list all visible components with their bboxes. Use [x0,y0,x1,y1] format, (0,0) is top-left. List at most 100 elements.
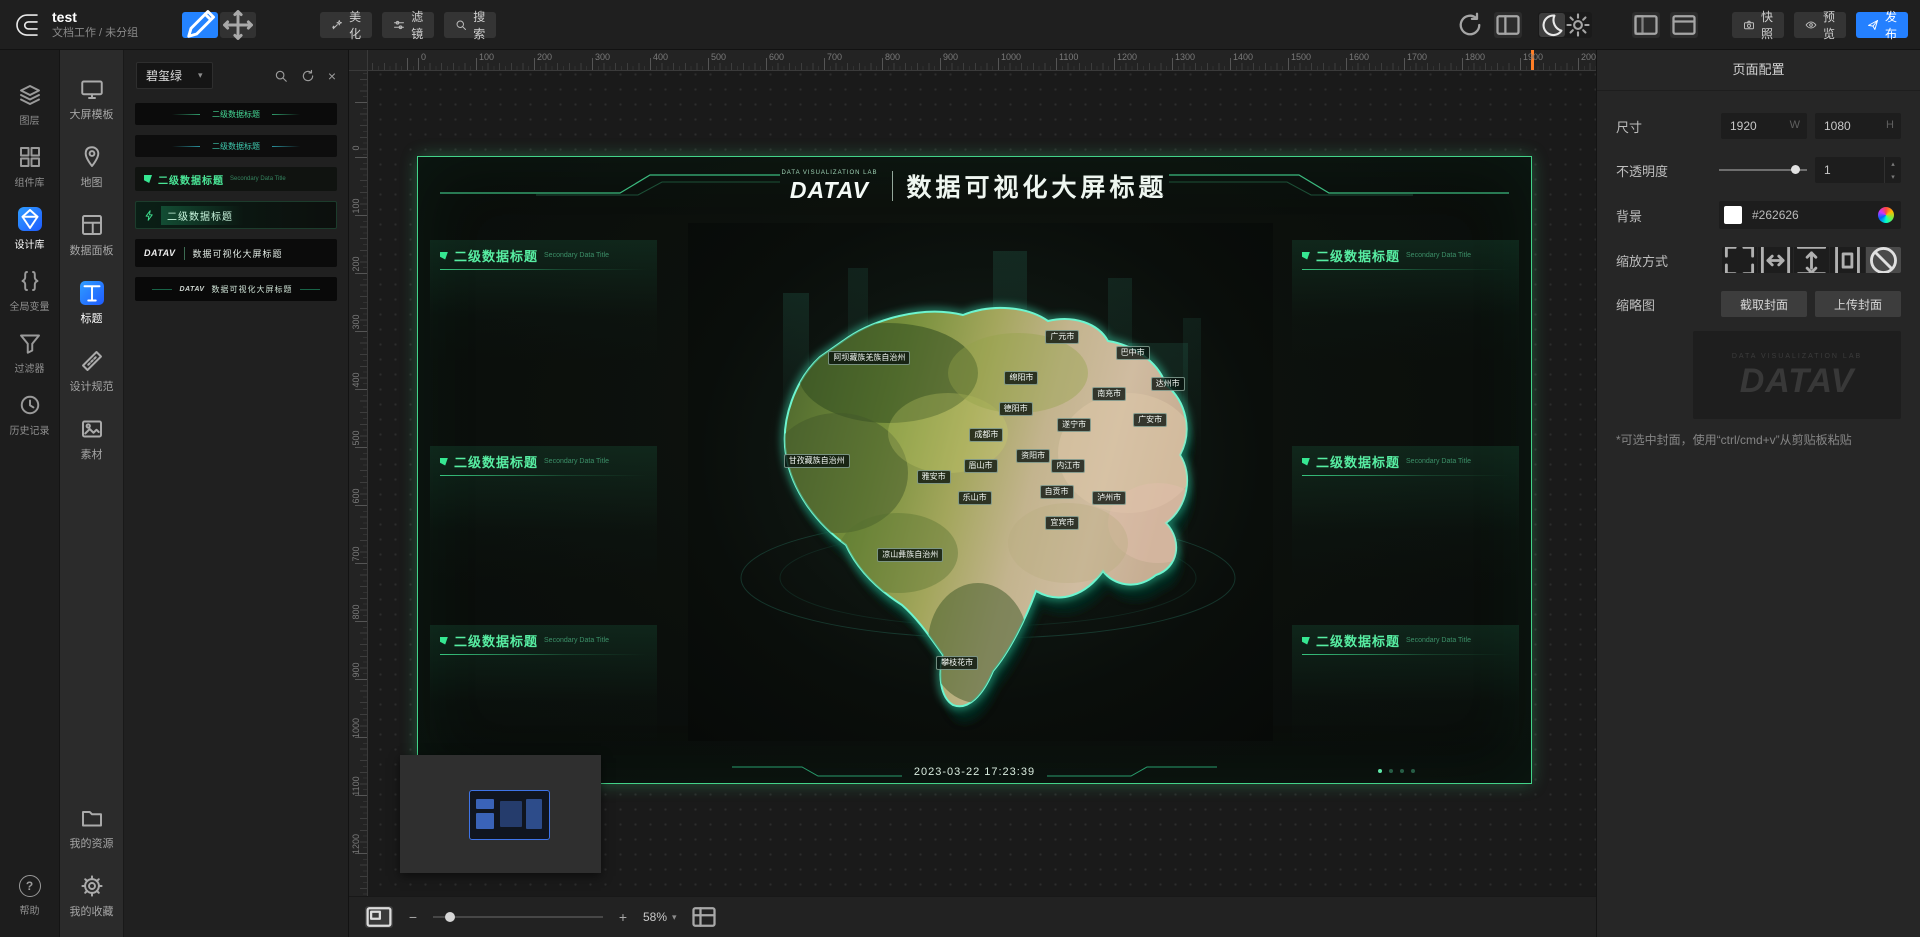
vertical-ruler[interactable]: 0100200300400500600700800900100011001200 [349,70,368,937]
scale-fit-height-button[interactable] [1794,247,1829,273]
braces-icon [18,269,42,293]
breadcrumb[interactable]: 文档工作 / 未分组 [52,26,138,40]
zoom-slider-handle[interactable] [445,912,455,922]
screen-header[interactable]: DATA VISUALIZATION LAB DATAV 数据可视化大屏标题 [418,157,1531,215]
header-divider [892,171,893,201]
theme-dark-button[interactable] [1539,13,1565,37]
data-panel-right-2[interactable]: 二级数据标题Secondary Data Title [1292,446,1519,584]
library-item-title-1[interactable]: 二级数据标题 [135,103,337,125]
data-panel-right-1[interactable]: 二级数据标题Secondary Data Title [1292,240,1519,362]
category-title[interactable]: 标题 [62,272,122,334]
scale-none-icon [1866,247,1901,273]
artboard[interactable]: DATA VISUALIZATION LAB DATAV 数据可视化大屏标题 二… [418,157,1531,783]
category-map[interactable]: 地图 [62,136,122,198]
data-panel-left-3[interactable]: 二级数据标题Secondary Data Title [430,625,657,748]
refresh-icon[interactable] [301,69,315,83]
sidebar-item-history[interactable]: 历史记录 [2,386,58,444]
publish-button[interactable]: 发布 [1856,12,1908,38]
scale-fit-center-button[interactable] [1830,247,1865,273]
layout-columns-button[interactable] [1494,12,1522,38]
ruler-tick-label: 1000 [1001,52,1021,62]
zoom-in-button[interactable]: + [616,909,630,925]
page-config-panel: 页面配置 尺寸 W H 不透明度 [1596,50,1920,937]
canvas-viewport[interactable]: DATA VISUALIZATION LAB DATAV 数据可视化大屏标题 二… [367,70,1596,937]
fit-screen-button[interactable] [690,906,718,928]
stepper-up-icon[interactable]: ▴ [1885,157,1901,170]
project-title[interactable]: test [52,9,138,26]
library-item-title-3[interactable]: 二级数据标题 Secondary Data Title [135,167,337,191]
zoom-slider[interactable] [433,910,603,924]
snapshot-button[interactable]: 快照 [1732,12,1784,38]
refresh-button[interactable] [1456,12,1484,38]
close-icon[interactable]: × [328,69,336,83]
search-icon[interactable] [274,69,288,83]
background-row: 背景 [1616,201,1901,229]
sidebar-item-help[interactable]: ? 帮助 [2,867,58,925]
sidebar-item-label: 历史记录 [10,422,50,437]
data-panel-left-2[interactable]: 二级数据标题Secondary Data Title [430,446,657,584]
snapshot-label: 快照 [1761,8,1773,42]
scale-none-button[interactable] [1866,247,1901,273]
opacity-slider[interactable] [1719,163,1807,177]
stepper-down-icon[interactable]: ▾ [1885,170,1901,183]
category-my-favorites[interactable]: 我的收藏 [62,865,122,927]
screen-adapt-button[interactable] [1670,12,1698,38]
color-wheel-icon[interactable] [1878,207,1894,223]
library-item-title-6[interactable]: DATAV 数据可视化大屏标题 [135,277,337,301]
zoom-level-value: 58% [643,910,667,924]
minimap-toggle-button[interactable] [365,906,393,928]
library-item-title-2[interactable]: 二级数据标题 [135,135,337,157]
scale-fit-width-button[interactable] [1758,247,1793,273]
sidebar-item-global-variables[interactable]: 全局变量 [2,262,58,320]
search-button[interactable]: 搜索 [444,12,496,38]
library-item-title-4[interactable]: 二级数据标题 [135,201,337,229]
zoom-out-button[interactable]: − [406,909,420,925]
panel-toggle-button[interactable] [1632,12,1660,38]
upload-cover-button[interactable]: 上传封面 [1815,291,1901,317]
category-design-spec[interactable]: 设计规范 [62,340,122,402]
moon-icon [1539,12,1565,38]
preview-button[interactable]: 预览 [1794,12,1846,38]
thumbnail-row: 缩略图 截取封面 上传封面 [1616,291,1901,317]
color-swatch[interactable] [1724,206,1742,224]
pagination-dots[interactable] [1378,769,1415,773]
data-panel-right-3[interactable]: 二级数据标题Secondary Data Title [1292,625,1519,748]
theme-select[interactable]: 碧玺绿 ▾ [136,62,213,89]
theme-light-button[interactable] [1565,13,1591,37]
zoom-level-select[interactable]: 58% ▾ [643,910,677,924]
ruler-tick-label: 1900 [1523,52,1543,62]
pen-tool-button[interactable] [182,12,218,38]
sidebar-item-components[interactable]: 组件库 [2,138,58,196]
move-tool-button[interactable] [220,12,256,38]
scale-fullscreen-button[interactable] [1722,247,1757,273]
cover-preview[interactable]: DATA VISUALIZATION LAB DATAV [1693,331,1901,419]
sun-icon [1565,12,1591,38]
minimap[interactable] [400,755,601,873]
background-color-field[interactable] [1750,207,1878,223]
sidebar-item-layers[interactable]: 图层 [2,76,58,134]
library-item-title-5[interactable]: DATAV 数据可视化大屏标题 [135,239,337,267]
datav-logo-subtitle: DATA VISUALIZATION LAB [781,170,877,176]
beautify-button[interactable]: 美化 [320,12,372,38]
map-city-label: 资阳市 [1016,449,1050,463]
filter-button[interactable]: 滤镜 [382,12,434,38]
sidebar-item-filters[interactable]: 过滤器 [2,324,58,382]
library-item-label: 数据可视化大屏标题 [212,284,293,295]
category-templates[interactable]: 大屏模板 [62,68,122,130]
sidebar-item-design-library[interactable]: 设计库 [2,200,58,258]
category-my-resources[interactable]: 我的资源 [62,797,122,859]
size-label: 尺寸 [1616,117,1642,136]
edit-mode-toggle [182,12,256,38]
horizontal-ruler[interactable]: 0100200300400500600700800900100011001200… [367,50,1596,71]
app-logo-icon[interactable] [12,10,42,40]
watermark-subtitle: DATA VISUALIZATION LAB [1732,353,1862,360]
datav-logo-text: DATAV [790,179,869,202]
minimap-viewport[interactable] [469,790,550,840]
header-decoration-left [440,171,780,199]
opacity-slider-handle[interactable] [1791,165,1800,174]
category-data-panel[interactable]: 数据面板 [62,204,122,266]
capture-cover-button[interactable]: 截取封面 [1721,291,1807,317]
data-panel-left-1[interactable]: 二级数据标题Secondary Data Title [430,240,657,362]
sichuan-map-component[interactable]: 阿坝藏族羌族自治州广元市巴中市达州市绵阳市南充市德阳市广安市成都市遂宁市资阳市眉… [688,223,1273,741]
category-assets[interactable]: 素材 [62,408,122,470]
